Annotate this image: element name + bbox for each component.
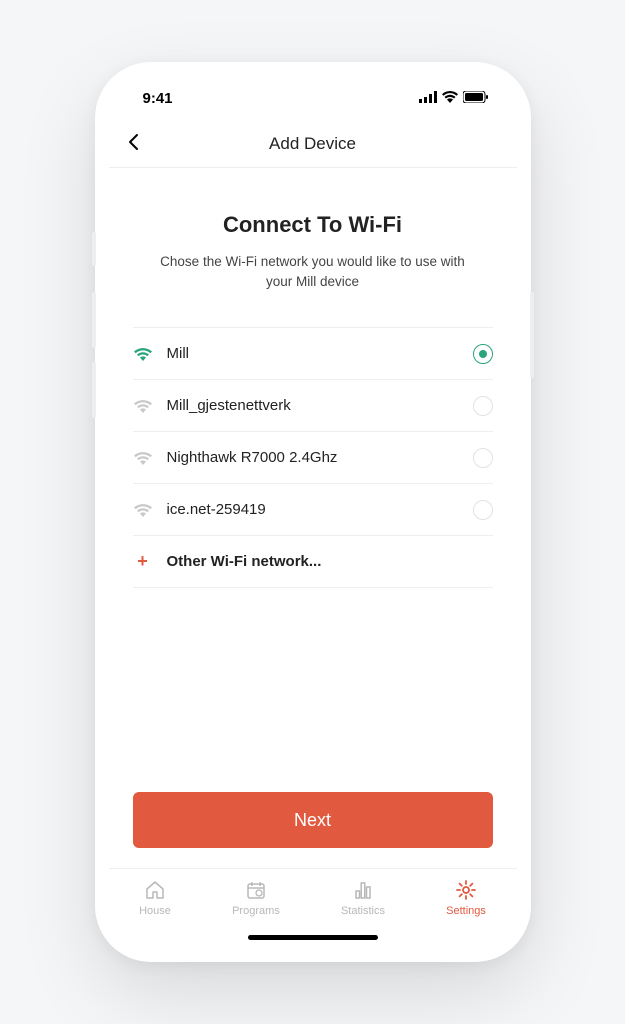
battery-icon <box>463 90 489 107</box>
wifi-icon <box>133 347 153 361</box>
power-button <box>530 292 534 378</box>
radio-unselected[interactable] <box>473 396 493 416</box>
tab-label: House <box>139 905 171 917</box>
wifi-row[interactable]: Mill_gjestenettverk <box>133 380 493 432</box>
next-button[interactable]: Next <box>133 792 493 848</box>
gear-icon <box>455 879 477 901</box>
next-button-label: Next <box>294 810 331 831</box>
wifi-ssid: ice.net-259419 <box>167 501 459 518</box>
calendar-icon <box>245 879 267 901</box>
tab-settings[interactable]: Settings <box>446 879 486 948</box>
wifi-row[interactable]: Mill <box>133 328 493 380</box>
navbar: Add Device <box>109 120 517 168</box>
chevron-left-icon <box>127 133 139 151</box>
radio-unselected[interactable] <box>473 448 493 468</box>
back-button[interactable] <box>127 131 139 157</box>
wifi-icon <box>133 399 153 413</box>
wifi-icon <box>442 90 458 107</box>
wifi-icon <box>133 503 153 517</box>
wifi-ssid: Mill_gjestenettverk <box>167 397 459 414</box>
status-time: 9:41 <box>143 90 173 107</box>
page-title: Add Device <box>269 134 356 154</box>
wifi-row[interactable]: ice.net-259419 <box>133 484 493 536</box>
notch <box>223 76 403 104</box>
wifi-row[interactable]: Nighthawk R7000 2.4Ghz <box>133 432 493 484</box>
status-icons <box>419 90 489 107</box>
wifi-ssid: Nighthawk R7000 2.4Ghz <box>167 449 459 466</box>
house-icon <box>144 879 166 901</box>
volume-button <box>92 362 96 418</box>
bar-chart-icon <box>352 879 374 901</box>
tab-label: Settings <box>446 905 486 917</box>
wifi-icon <box>133 451 153 465</box>
content: Connect To Wi-Fi Chose the Wi-Fi network… <box>109 168 517 868</box>
radio-unselected[interactable] <box>473 500 493 520</box>
heading: Connect To Wi-Fi <box>133 212 493 238</box>
home-indicator[interactable] <box>248 935 378 940</box>
volume-button <box>92 292 96 348</box>
tab-label: Statistics <box>341 905 385 917</box>
screen: 9:41 Add Device Connect To Wi-Fi Cho <box>109 76 517 948</box>
wifi-ssid: Mill <box>167 345 459 362</box>
other-network-label: Other Wi-Fi network... <box>167 553 493 570</box>
subtitle: Chose the Wi-Fi network you would like t… <box>133 252 493 291</box>
volume-button <box>92 232 96 266</box>
wifi-list: Mill Mill_gjestenettverk Nighthawk R7000… <box>133 327 493 588</box>
tab-label: Programs <box>232 905 280 917</box>
tab-house[interactable]: House <box>139 879 171 948</box>
phone-frame: 9:41 Add Device Connect To Wi-Fi Cho <box>95 62 531 962</box>
radio-selected[interactable] <box>473 344 493 364</box>
plus-icon: + <box>133 551 153 572</box>
other-network-row[interactable]: + Other Wi-Fi network... <box>133 536 493 588</box>
spacer <box>133 588 493 792</box>
cellular-icon <box>419 90 437 107</box>
